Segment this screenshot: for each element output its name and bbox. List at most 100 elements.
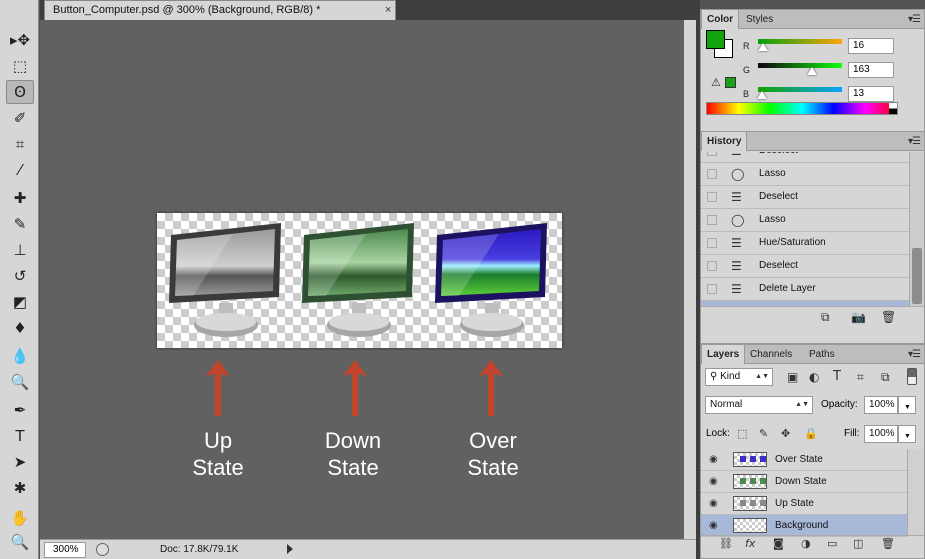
fill-field[interactable]: 100% bbox=[864, 425, 898, 443]
green-slider[interactable] bbox=[758, 63, 842, 75]
status-menu-arrow-icon[interactable] bbox=[287, 544, 293, 554]
pen-tool-icon[interactable]: ✒ bbox=[6, 398, 34, 422]
layer-row[interactable]: ◉ Background bbox=[701, 515, 907, 537]
tab-color[interactable]: Color bbox=[701, 10, 740, 29]
new-layer-icon[interactable]: ◫ bbox=[853, 537, 863, 550]
history-item[interactable]: ☰ Deselect bbox=[701, 186, 909, 209]
history-item[interactable]: ☰ Deselect bbox=[701, 255, 909, 278]
layers-scrollbar[interactable] bbox=[907, 449, 924, 536]
crop-tool-icon[interactable]: ⌗ bbox=[6, 132, 34, 156]
tab-paths[interactable]: Paths bbox=[804, 345, 840, 364]
foreground-color-swatch[interactable] bbox=[706, 30, 725, 49]
lock-transparent-pixels-icon[interactable]: ⬚ bbox=[737, 427, 747, 440]
tab-styles[interactable]: Styles bbox=[741, 10, 778, 29]
history-source-checkbox[interactable] bbox=[707, 152, 717, 156]
layer-row[interactable]: ◉ Up State bbox=[701, 493, 907, 515]
new-group-icon[interactable]: ▭ bbox=[827, 537, 837, 550]
hand-tool-icon[interactable]: ✋ bbox=[6, 506, 34, 530]
tab-history[interactable]: History bbox=[701, 132, 748, 151]
eraser-tool-icon[interactable]: ◩ bbox=[6, 290, 34, 314]
green-value-field[interactable]: 163 bbox=[848, 62, 894, 78]
visibility-eye-icon[interactable]: ◉ bbox=[709, 454, 718, 465]
slider-thumb[interactable] bbox=[757, 91, 768, 99]
history-source-checkbox[interactable] bbox=[707, 169, 717, 179]
history-source-checkbox[interactable] bbox=[707, 192, 717, 202]
blue-value-field[interactable]: 13 bbox=[848, 86, 894, 102]
gamut-color-swatch[interactable] bbox=[725, 77, 736, 88]
visibility-eye-icon[interactable]: ◉ bbox=[709, 520, 718, 531]
history-source-checkbox[interactable] bbox=[707, 238, 717, 248]
layer-row[interactable]: ◉ Over State bbox=[701, 449, 907, 471]
history-scroll-thumb[interactable] bbox=[912, 248, 922, 304]
filter-toggle-switch[interactable] bbox=[907, 368, 917, 385]
lock-all-icon[interactable]: 🔒 bbox=[804, 427, 818, 440]
zoom-tool-icon[interactable]: 🔍 bbox=[6, 530, 34, 554]
panel-menu-icon[interactable]: ▾☰ bbox=[908, 14, 921, 25]
lock-image-pixels-icon[interactable]: ✎ bbox=[759, 427, 768, 440]
dodge-tool-icon[interactable]: 🔍 bbox=[6, 370, 34, 394]
brush-tool-icon[interactable]: ✎ bbox=[6, 212, 34, 236]
opacity-field[interactable]: 100% bbox=[864, 396, 898, 414]
slider-thumb[interactable] bbox=[806, 67, 817, 75]
quick-selection-tool-icon[interactable]: ✐ bbox=[6, 106, 34, 130]
blend-mode-select[interactable]: Normal ▲▼ bbox=[705, 396, 813, 414]
history-scrollbar[interactable] bbox=[909, 152, 924, 306]
red-value-field[interactable]: 16 bbox=[848, 38, 894, 54]
black-white-swatch[interactable] bbox=[889, 103, 897, 114]
canvas-area[interactable]: Up State Down State Over State bbox=[40, 20, 696, 539]
canvas-vertical-scrollbar[interactable] bbox=[684, 20, 696, 539]
new-document-from-state-icon[interactable]: ⧉ bbox=[821, 310, 830, 325]
add-mask-icon[interactable]: ◙ bbox=[773, 537, 784, 550]
filter-shape-icon[interactable]: ⌗ bbox=[857, 370, 864, 385]
lock-position-icon[interactable]: ✥ bbox=[781, 427, 790, 440]
link-layers-icon[interactable]: ⛓ bbox=[719, 537, 733, 550]
panel-menu-icon[interactable]: ▾☰ bbox=[908, 136, 921, 147]
delete-layer-icon[interactable]: 🗑 bbox=[881, 537, 895, 550]
layer-row[interactable]: ◉ Down State bbox=[701, 471, 907, 493]
history-item[interactable]: ☰ Delete Layer bbox=[701, 278, 909, 301]
visibility-eye-icon[interactable]: ◉ bbox=[709, 476, 718, 487]
visibility-eye-icon[interactable]: ◉ bbox=[709, 498, 718, 509]
layer-style-fx-icon[interactable]: fx bbox=[745, 537, 755, 550]
custom-shape-tool-icon[interactable]: ✱ bbox=[6, 476, 34, 500]
healing-brush-tool-icon[interactable]: ✚ bbox=[6, 186, 34, 210]
paint-bucket-tool-icon[interactable]: ♦ bbox=[6, 316, 34, 340]
fill-dropdown[interactable]: ▼ bbox=[898, 425, 916, 443]
tab-layers[interactable]: Layers bbox=[701, 345, 746, 364]
color-spectrum-bar[interactable] bbox=[706, 102, 898, 115]
filter-type-icon[interactable]: T bbox=[833, 369, 841, 384]
red-slider[interactable] bbox=[758, 39, 842, 51]
lasso-tool-icon[interactable]: ʘ bbox=[6, 80, 34, 104]
history-source-checkbox[interactable] bbox=[707, 215, 717, 225]
type-tool-icon[interactable]: T bbox=[6, 424, 34, 448]
history-item[interactable]: ◯ Lasso bbox=[701, 163, 909, 186]
filter-adjustment-icon[interactable]: ◐ bbox=[809, 370, 819, 384]
history-item[interactable]: ☰ Deselect bbox=[701, 152, 909, 163]
move-tool-icon[interactable]: ▸✥ bbox=[6, 28, 34, 52]
layer-filter-kind-select[interactable]: ⚲ Kind ▲▼ bbox=[705, 368, 773, 386]
filter-pixel-icon[interactable]: ▣ bbox=[787, 370, 798, 384]
filter-smart-object-icon[interactable]: ⧉ bbox=[881, 370, 890, 385]
zoom-level-field[interactable]: 300% bbox=[44, 542, 86, 558]
adjustment-layer-icon[interactable]: ◑ bbox=[801, 537, 811, 550]
history-item[interactable]: ☰ Hue/Saturation bbox=[701, 232, 909, 255]
blue-slider[interactable] bbox=[757, 87, 842, 99]
document-tab[interactable]: Button_Computer.psd @ 300% (Background, … bbox=[44, 0, 396, 20]
blur-tool-icon[interactable]: 💧 bbox=[6, 344, 34, 368]
gamut-warning-icon[interactable]: ⚠ bbox=[711, 76, 721, 89]
panel-menu-icon[interactable]: ▾☰ bbox=[908, 349, 921, 360]
marquee-tool-icon[interactable]: ⬚ bbox=[6, 54, 34, 78]
tab-channels[interactable]: Channels bbox=[745, 345, 797, 364]
history-brush-tool-icon[interactable]: ↺ bbox=[6, 264, 34, 288]
clone-stamp-tool-icon[interactable]: ⊥ bbox=[6, 238, 34, 262]
history-source-checkbox[interactable] bbox=[707, 284, 717, 294]
history-item[interactable]: ◯ Lasso bbox=[701, 209, 909, 232]
eyedropper-tool-icon[interactable]: ⁄ bbox=[6, 158, 34, 182]
close-icon[interactable]: × bbox=[385, 4, 391, 16]
artboard[interactable] bbox=[157, 213, 562, 348]
delete-state-icon[interactable]: 🗑 bbox=[881, 310, 896, 324]
history-source-checkbox[interactable] bbox=[707, 261, 717, 271]
new-snapshot-icon[interactable]: 📷 bbox=[851, 310, 866, 324]
opacity-dropdown[interactable]: ▼ bbox=[898, 396, 916, 414]
slider-thumb[interactable] bbox=[758, 43, 769, 51]
